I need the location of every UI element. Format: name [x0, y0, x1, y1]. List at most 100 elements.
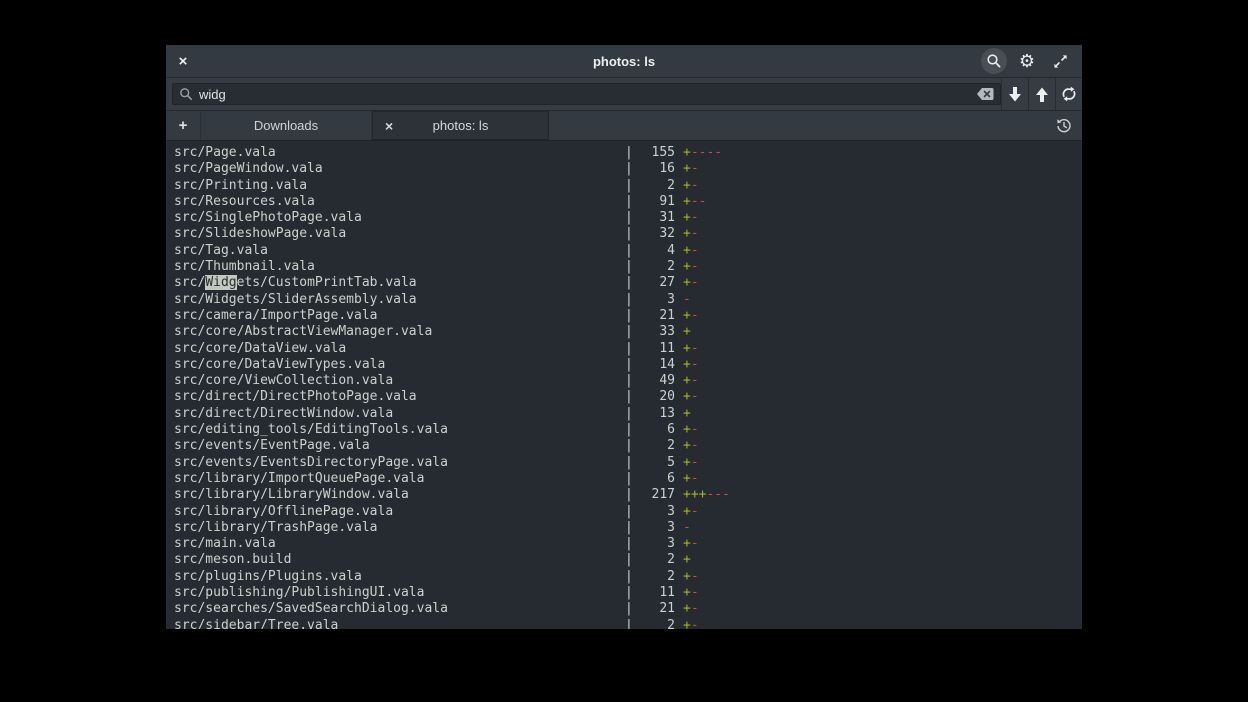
deletions-marks: ---	[706, 487, 729, 502]
tab-photos-ls[interactable]: × photos: ls	[372, 111, 549, 140]
change-count: 4	[633, 243, 675, 259]
additions-marks: +	[683, 275, 691, 290]
additions-marks: +	[683, 194, 691, 209]
history-icon	[1056, 118, 1072, 134]
file-path: src/editing_tools/EditingTools.vala	[174, 422, 625, 438]
additions-marks: +	[683, 406, 691, 421]
file-path: src/publishing/PublishingUI.vala	[174, 585, 625, 601]
diffstat-graph: +-	[683, 226, 699, 242]
file-path: src/core/DataViewTypes.vala	[174, 357, 625, 373]
deletions-marks: -	[691, 259, 699, 274]
diffstat-graph: +-	[683, 210, 699, 226]
change-count: 2	[633, 178, 675, 194]
column-separator: |	[625, 389, 633, 405]
diffstat-graph: +-	[683, 389, 699, 405]
diffstat-graph: +-	[683, 438, 699, 454]
column-separator: |	[625, 324, 633, 340]
column-separator: |	[625, 243, 633, 259]
search-input[interactable]: widg	[172, 83, 1001, 105]
file-path: src/Widgets/SliderAssembly.vala	[174, 292, 625, 308]
diffstat-graph: +-	[683, 308, 699, 324]
tabbar-spacer	[549, 111, 1046, 140]
deletions-marks: -	[683, 520, 691, 535]
terminal-row: src/core/DataViewTypes.vala|14+-	[174, 357, 1082, 373]
search-icon	[986, 53, 1002, 69]
tab-close-button[interactable]: ×	[385, 112, 393, 139]
additions-marks: +	[683, 161, 691, 176]
change-count: 2	[633, 259, 675, 275]
file-path: src/library/LibraryWindow.vala	[174, 487, 625, 503]
change-count: 3	[633, 536, 675, 552]
arrow-down-icon	[1008, 87, 1022, 102]
column-separator: |	[625, 341, 633, 357]
diffstat-graph: +-	[683, 471, 699, 487]
diffstat-graph: +-	[683, 536, 699, 552]
terminal-row: src/library/LibraryWindow.vala|217+++---	[174, 487, 1082, 503]
terminal-row: src/editing_tools/EditingTools.vala|6+-	[174, 422, 1082, 438]
file-path: src/Page.vala	[174, 145, 625, 161]
terminal-row: src/events/EventsDirectoryPage.vala|5+-	[174, 455, 1082, 471]
search-wrap-button[interactable]	[1055, 78, 1082, 110]
window-close-button[interactable]: ×	[166, 45, 200, 78]
diffstat-graph: +--	[683, 194, 706, 210]
settings-button[interactable]: ⚙	[1014, 48, 1040, 74]
column-separator: |	[625, 275, 633, 291]
column-separator: |	[625, 536, 633, 552]
column-separator: |	[625, 406, 633, 422]
additions-marks: +	[683, 389, 691, 404]
file-path: src/Thumbnail.vala	[174, 259, 625, 275]
change-count: 33	[633, 324, 675, 340]
column-separator: |	[625, 438, 633, 454]
session-history-button[interactable]	[1046, 111, 1082, 140]
additions-marks: +	[683, 259, 691, 274]
terminal-row: src/direct/DirectPhotoPage.vala|20+-	[174, 389, 1082, 405]
diffstat-graph: +++---	[683, 487, 730, 503]
tab-bar: + Downloads × photos: ls	[166, 111, 1082, 141]
column-separator: |	[625, 226, 633, 242]
diffstat-graph: +-	[683, 357, 699, 373]
file-path: src/direct/DirectWindow.vala	[174, 406, 625, 422]
window-title: photos: ls	[166, 54, 1082, 69]
fullscreen-button[interactable]	[1047, 48, 1073, 74]
change-count: 2	[633, 552, 675, 568]
file-path: src/library/OfflinePage.vala	[174, 504, 625, 520]
terminal-row: src/Tag.vala|4+-	[174, 243, 1082, 259]
additions-marks: +	[683, 471, 691, 486]
column-separator: |	[625, 504, 633, 520]
new-tab-button[interactable]: +	[166, 111, 200, 140]
column-separator: |	[625, 259, 633, 275]
gear-icon: ⚙	[1019, 52, 1035, 70]
additions-marks: +	[683, 585, 691, 600]
additions-marks: +	[683, 438, 691, 453]
search-toggle-button[interactable]	[981, 48, 1007, 74]
diffstat-graph: +-	[683, 455, 699, 471]
arrow-up-icon	[1035, 87, 1049, 102]
search-query-text: widg	[199, 87, 971, 102]
column-separator: |	[625, 569, 633, 585]
search-previous-button[interactable]	[1028, 78, 1055, 110]
file-path: src/Printing.vala	[174, 178, 625, 194]
terminal-output[interactable]: src/Page.vala|155+----src/PageWindow.val…	[166, 141, 1082, 629]
diffstat-graph: -	[683, 292, 691, 308]
search-next-button[interactable]	[1001, 78, 1028, 110]
deletions-marks: -	[691, 422, 699, 437]
change-count: 49	[633, 373, 675, 389]
deletions-marks: -	[691, 504, 699, 519]
tab-downloads[interactable]: Downloads	[200, 111, 372, 140]
column-separator: |	[625, 585, 633, 601]
close-icon: ×	[179, 53, 188, 70]
deletions-marks: -	[691, 210, 699, 225]
clear-backspace-icon[interactable]	[977, 88, 994, 100]
terminal-row: src/meson.build|2+	[174, 552, 1082, 568]
terminal-row: src/core/ViewCollection.vala|49+-	[174, 373, 1082, 389]
deletions-marks: -	[691, 161, 699, 176]
terminal-row: src/Widgets/SliderAssembly.vala|3-	[174, 292, 1082, 308]
diffstat-graph: +-	[683, 422, 699, 438]
terminal-row: src/Widgets/CustomPrintTab.vala|27+-	[174, 275, 1082, 291]
deletions-marks: -	[691, 226, 699, 241]
deletions-marks: -	[691, 455, 699, 470]
tab-label: Downloads	[254, 118, 318, 133]
change-count: 2	[633, 618, 675, 629]
terminal-row: src/Thumbnail.vala|2 +-	[174, 259, 1082, 275]
terminal-row: src/sidebar/Tree.vala|2+-	[174, 618, 1082, 629]
